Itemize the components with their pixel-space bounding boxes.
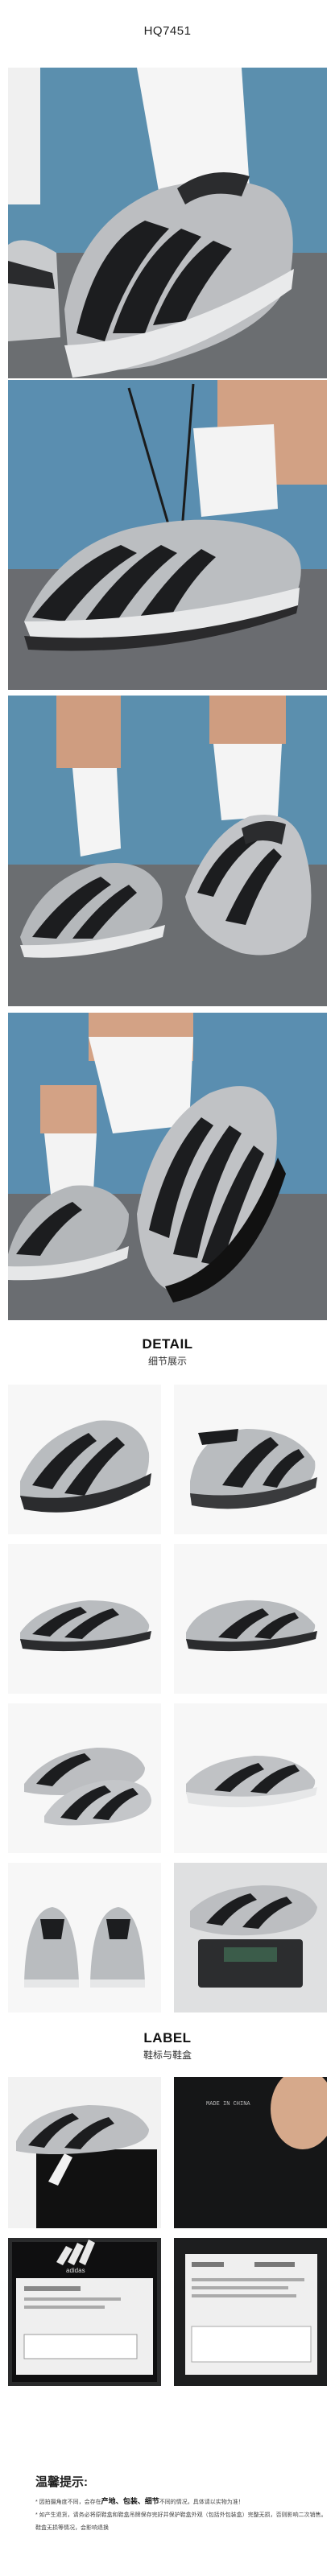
detail-photo-5 xyxy=(8,1703,161,1853)
lifestyle-photo-1 xyxy=(8,68,327,378)
tips-title: 温馨提示: xyxy=(35,2475,88,2489)
label-subtitle: 鞋标与鞋盒 xyxy=(143,2050,192,2061)
lifestyle-photo-4 xyxy=(8,1013,327,1320)
detail-photo-4 xyxy=(174,1544,327,1694)
detail-title: DETAIL xyxy=(142,1336,193,1352)
detail-photo-3 xyxy=(8,1544,161,1694)
lifestyle-photo-2 xyxy=(8,380,327,690)
detail-subtitle: 细节展示 xyxy=(147,1356,187,1367)
tips-line-3: 鞋盒无损等情况，会影响退换 xyxy=(35,2525,109,2531)
detail-photo-1 xyxy=(8,1385,161,1534)
detail-photo-6 xyxy=(174,1703,327,1853)
shoe-tag-photo: MADE IN CHINA xyxy=(174,2077,327,2228)
detail-photo-8-scale xyxy=(174,1863,327,2013)
shoebox-photo xyxy=(8,2077,161,2228)
tips-line-1: * 因拍摄角度不同，会存在产地、包装、细节不同的情况，具体请以实物为准！ xyxy=(35,2497,244,2505)
detail-photo-2 xyxy=(174,1385,327,1534)
detail-photo-7 xyxy=(8,1863,161,2013)
label-title: LABEL xyxy=(143,2030,192,2046)
box-label-photo: adidas xyxy=(8,2238,161,2386)
tips-line-2: * 如产生退货，请务必将原鞋盒和鞋盒吊牌保存完好并保护鞋盒外观（包括外包装盒）完… xyxy=(35,2512,327,2518)
tag-text: MADE IN CHINA xyxy=(206,2101,250,2107)
box-brand: adidas xyxy=(66,2267,85,2274)
lifestyle-photo-3 xyxy=(8,696,327,1006)
product-code: HQ7451 xyxy=(143,24,192,38)
box-sticker-photo xyxy=(174,2238,327,2386)
